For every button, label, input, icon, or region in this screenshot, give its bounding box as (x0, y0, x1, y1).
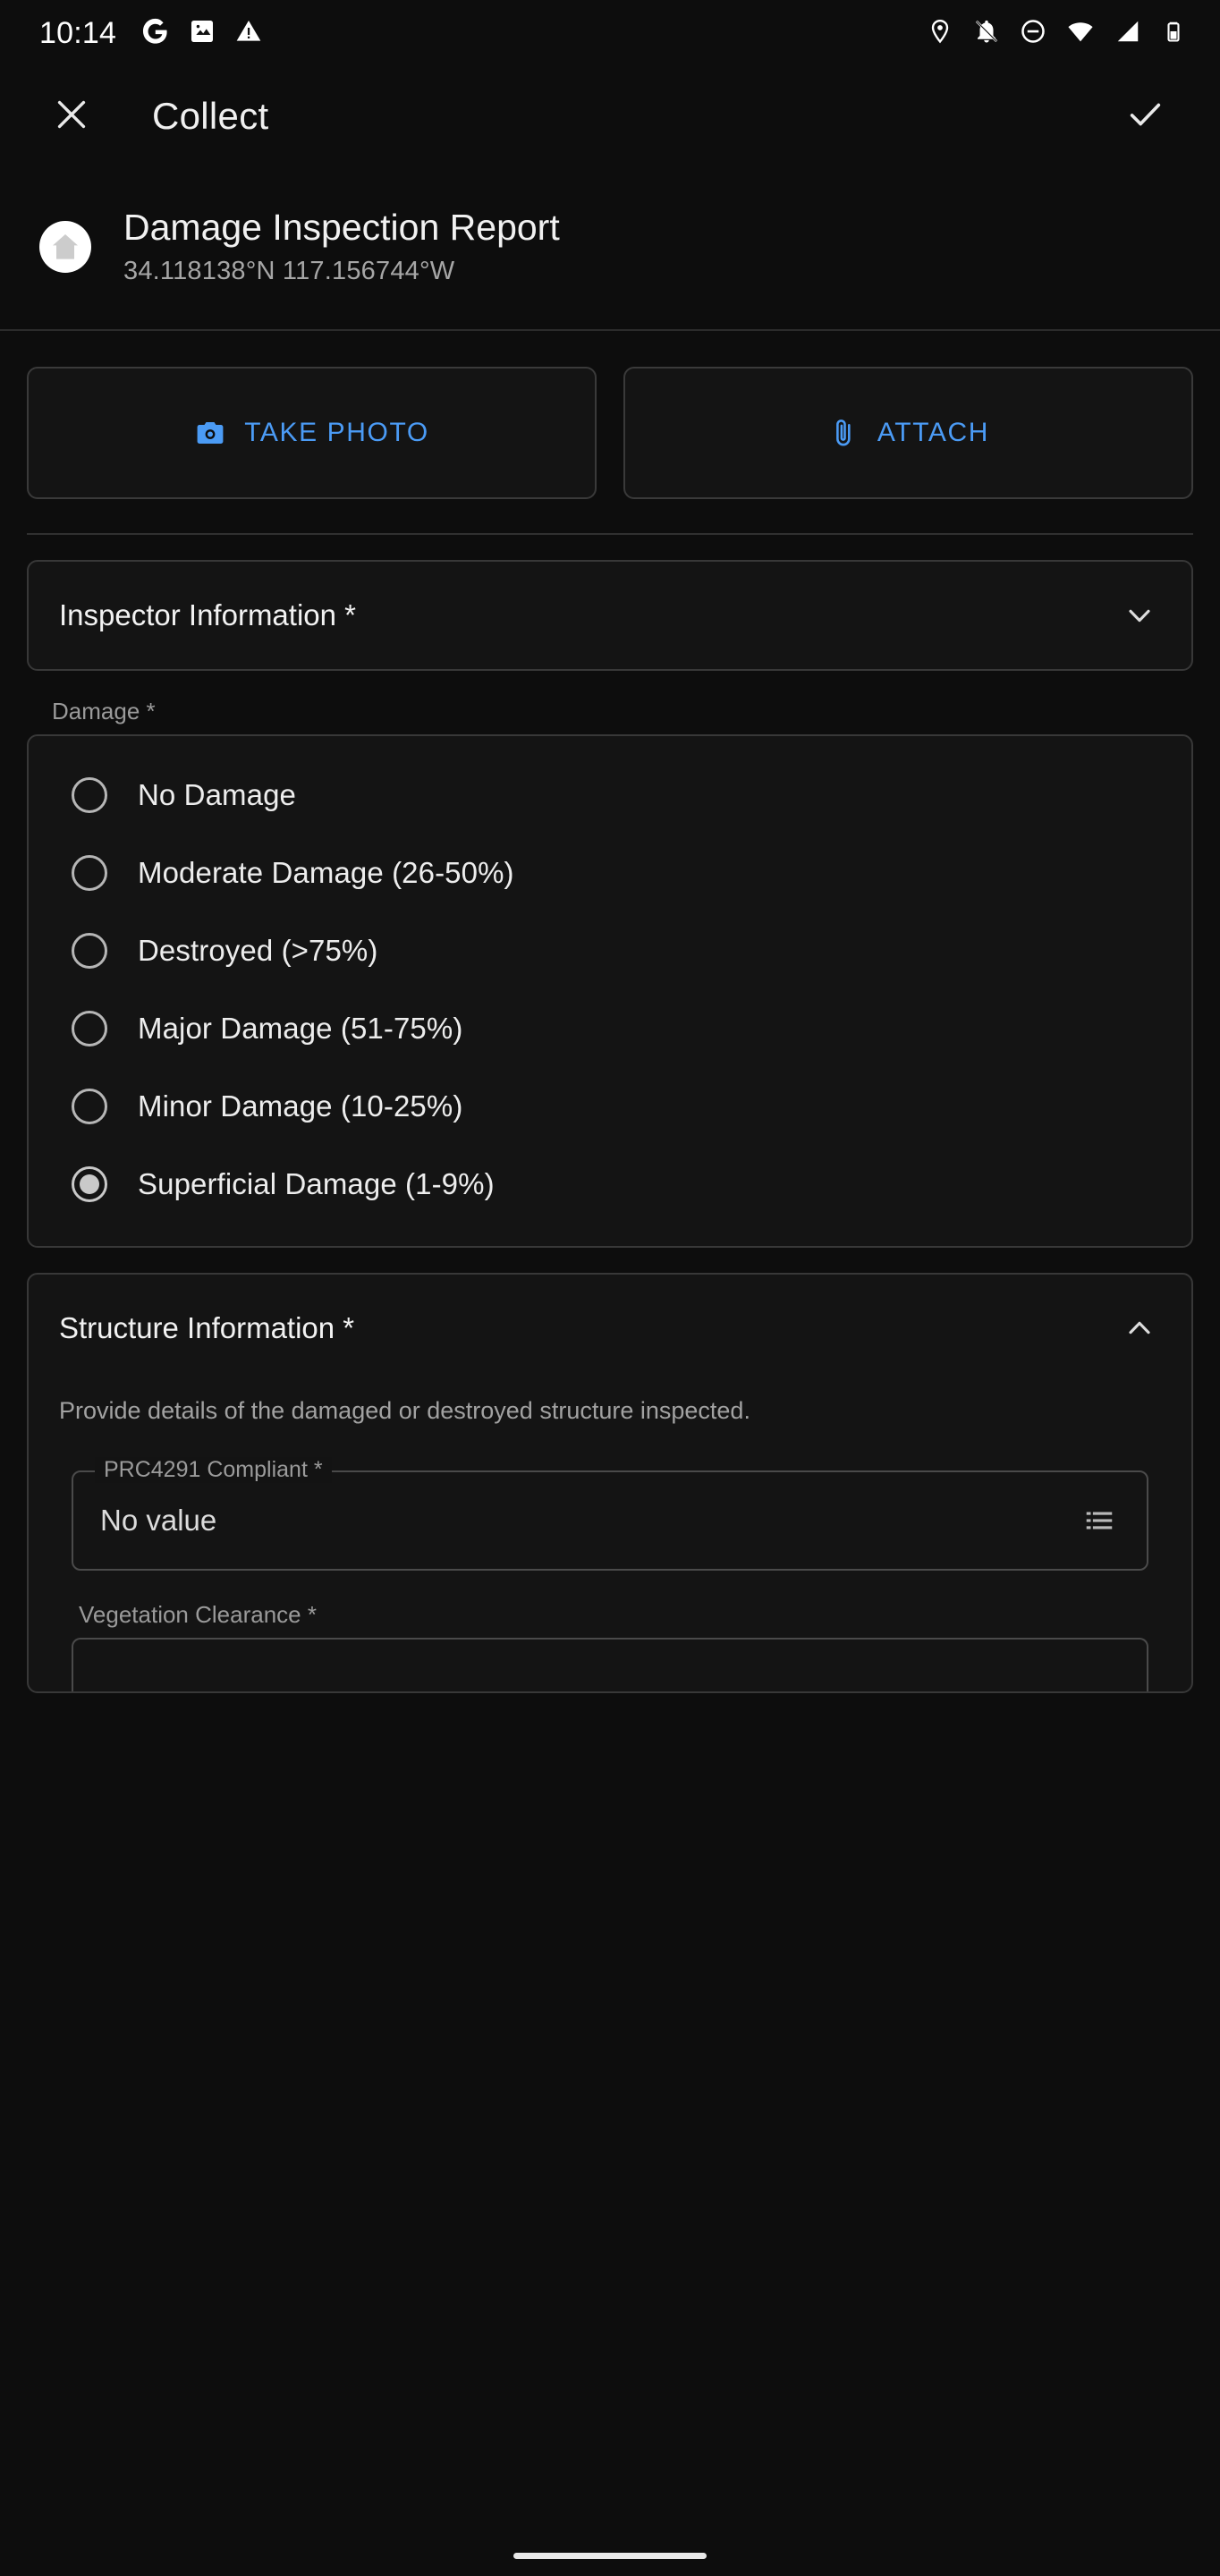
feature-header-texts: Damage Inspection Report 34.118138°N 117… (123, 207, 560, 286)
submit-button[interactable] (1109, 80, 1181, 152)
radio-option-label: Destroyed (>75%) (138, 933, 378, 967)
paperclip-icon (827, 417, 860, 449)
radio-option-selected[interactable]: Superficial Damage (1-9%) (29, 1145, 1191, 1223)
radio-option[interactable]: Major Damage (51-75%) (29, 989, 1191, 1067)
battery-icon (1161, 19, 1186, 48)
radio-button-icon[interactable] (72, 1010, 107, 1046)
camera-icon (194, 417, 226, 449)
feature-title: Damage Inspection Report (123, 207, 560, 248)
attach-button[interactable]: ATTACH (623, 367, 1193, 500)
feature-coordinates: 34.118138°N 117.156744°W (123, 257, 455, 286)
radio-option-label: Minor Damage (10-25%) (138, 1089, 463, 1123)
radio-option-label: No Damage (138, 777, 296, 811)
close-icon (51, 94, 92, 140)
status-bar: 10:14 (0, 0, 1220, 66)
radio-option-label: Major Damage (51-75%) (138, 1011, 463, 1045)
status-bar-system-icons (927, 17, 1186, 50)
radio-button-icon[interactable] (72, 1088, 107, 1124)
radio-option[interactable]: Minor Damage (10-25%) (29, 1067, 1191, 1145)
location-pin-icon (927, 18, 953, 49)
google-g-icon (140, 16, 170, 51)
status-bar-notification-icons (140, 16, 263, 51)
structure-information-description: Provide details of the damaged or destro… (59, 1397, 750, 1425)
structure-information-fields: PRC4291 Compliant * No value Vegetation … (29, 1428, 1191, 1691)
inspector-information-title: Inspector Information * (59, 598, 356, 632)
radio-option[interactable]: No Damage (29, 756, 1191, 834)
vegetation-clearance-field[interactable] (72, 1637, 1148, 1691)
radio-button-selected-icon[interactable] (72, 1165, 107, 1202)
page-title: Collect (152, 95, 269, 137)
wifi-icon (1066, 17, 1095, 50)
system-navigation-bar (0, 2535, 1220, 2576)
radio-option[interactable]: Destroyed (>75%) (29, 911, 1191, 989)
vegetation-clearance-label: Vegetation Clearance * (79, 1600, 317, 1628)
radio-button-icon[interactable] (72, 854, 107, 891)
prc4291-compliant-value: No value (100, 1503, 217, 1537)
chevron-down-icon[interactable] (1118, 594, 1161, 637)
prc4291-compliant-field[interactable]: PRC4291 Compliant * No value (72, 1456, 1148, 1571)
home-indicator[interactable] (513, 2552, 707, 2559)
radio-option[interactable]: Moderate Damage (26-50%) (29, 834, 1191, 911)
structure-information-group: Structure Information * Provide details … (27, 1273, 1193, 1693)
damage-radio-group: No Damage Moderate Damage (26-50%) Destr… (27, 734, 1193, 1249)
structure-information-header[interactable]: Structure Information * (29, 1275, 1191, 1382)
radio-option-label: Moderate Damage (26-50%) (138, 855, 514, 889)
close-button[interactable] (32, 77, 111, 156)
attachment-actions: TAKE PHOTO ATTACH (0, 331, 1220, 531)
screen-content: 10:14 Collect Damage Inspection Report 3… (0, 0, 1220, 2535)
prc4291-compliant-label: PRC4291 Compliant * (95, 1456, 332, 1483)
radio-button-icon[interactable] (72, 932, 107, 969)
inspector-information-group[interactable]: Inspector Information * (27, 560, 1193, 672)
list-picker-icon[interactable] (1079, 1500, 1120, 1541)
structure-information-title: Structure Information * (59, 1311, 355, 1345)
section-divider (27, 533, 1193, 536)
chevron-up-icon[interactable] (1118, 1307, 1161, 1350)
check-icon (1124, 94, 1165, 140)
inspector-information-header[interactable]: Inspector Information * (29, 562, 1191, 669)
do-not-disturb-icon (1020, 18, 1046, 49)
radio-button-icon[interactable] (72, 776, 107, 813)
status-bar-clock: 10:14 (39, 15, 117, 50)
radio-option-label: Superficial Damage (1-9%) (138, 1166, 495, 1200)
attach-label: ATTACH (877, 418, 990, 448)
feature-header: Damage Inspection Report 34.118138°N 117… (0, 166, 1220, 332)
cellular-signal-icon (1114, 18, 1141, 49)
screenshot-icon (188, 17, 216, 50)
damage-field-label: Damage * (52, 698, 156, 725)
notifications-off-icon (973, 18, 1000, 49)
take-photo-label: TAKE PHOTO (244, 418, 429, 448)
app-bar: Collect (0, 66, 1220, 166)
radio-dot (80, 1174, 99, 1194)
avatar (39, 221, 91, 274)
take-photo-button[interactable]: TAKE PHOTO (27, 367, 597, 500)
home-structure-icon (47, 229, 83, 265)
warning-triangle-icon (234, 17, 263, 50)
